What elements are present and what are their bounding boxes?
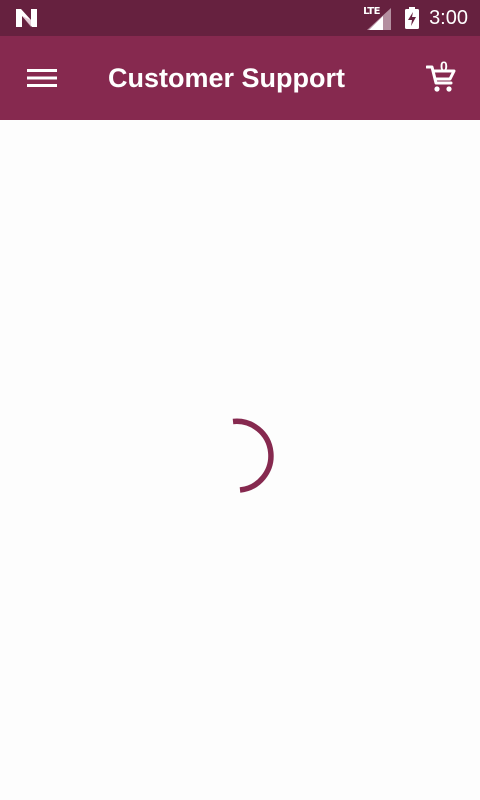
- battery-charging-icon: [405, 7, 420, 29]
- status-icons: LTE 3:00: [363, 0, 468, 36]
- cart-count-badge: 0: [440, 58, 448, 74]
- status-time: 3:00: [429, 6, 468, 29]
- cart-button[interactable]: 0: [412, 50, 468, 106]
- page-title: Customer Support: [108, 63, 346, 93]
- status-bar: LTE 3:00: [0, 0, 480, 36]
- app-bar: Customer Support 0: [0, 36, 480, 120]
- hamburger-menu-icon: [27, 69, 57, 87]
- notification-n-icon: [16, 9, 37, 27]
- network-type-label: LTE: [363, 6, 380, 17]
- loading-spinner-icon: [232, 418, 274, 493]
- menu-button[interactable]: [14, 50, 70, 106]
- content-area: [0, 120, 480, 800]
- network-indicator: LTE: [363, 6, 392, 30]
